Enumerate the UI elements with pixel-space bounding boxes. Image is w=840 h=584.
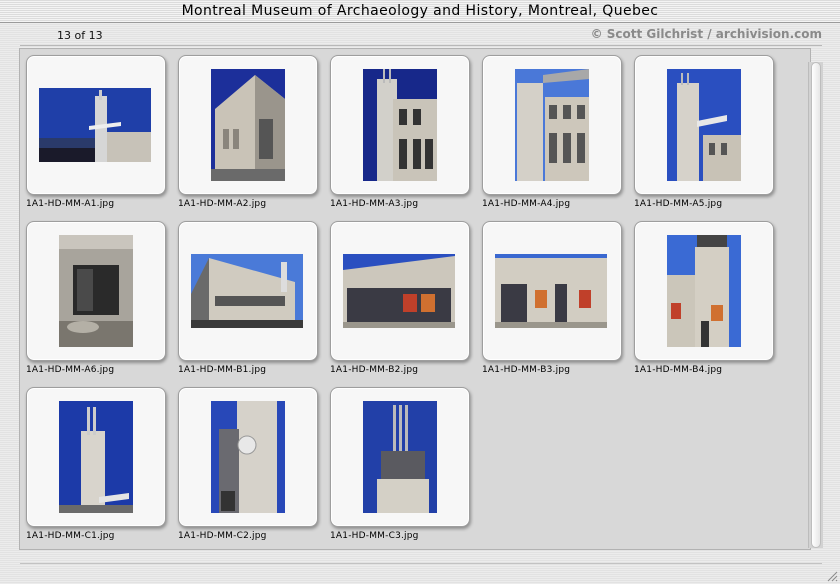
thumbnail-item[interactable]: 1A1-HD-MM-B1.jpg xyxy=(178,221,330,387)
building-photo-icon xyxy=(495,254,607,328)
thumbnail-item[interactable]: 1A1-HD-MM-C3.jpg xyxy=(330,387,482,553)
thumbnail-frame[interactable] xyxy=(178,221,318,361)
building-photo-icon xyxy=(363,401,437,513)
thumbnail-frame[interactable] xyxy=(482,55,622,195)
building-photo-icon xyxy=(363,69,437,181)
thumbnail-item[interactable]: 1A1-HD-MM-A5.jpg xyxy=(634,55,786,221)
thumbnail-item[interactable]: 1A1-HD-MM-A3.jpg xyxy=(330,55,482,221)
thumbnail-grid: 1A1-HD-MM-A1.jpg 1A1-HD-MM-A2.jpg 1A1-HD… xyxy=(19,48,811,550)
thumbnail-filename: 1A1-HD-MM-A3.jpg xyxy=(330,199,419,209)
thumbnail-item[interactable]: 1A1-HD-MM-A2.jpg xyxy=(178,55,330,221)
resize-grip-icon[interactable] xyxy=(826,570,838,582)
thumbnail-frame[interactable] xyxy=(26,387,166,527)
thumbnail-frame[interactable] xyxy=(482,221,622,361)
thumbnail-frame[interactable] xyxy=(178,387,318,527)
thumbnail-item[interactable]: 1A1-HD-MM-C1.jpg xyxy=(26,387,178,553)
thumbnail-item[interactable]: 1A1-HD-MM-A1.jpg xyxy=(26,55,178,221)
thumbnail-filename: 1A1-HD-MM-C3.jpg xyxy=(330,531,419,541)
image-counter: 13 of 13 xyxy=(57,29,103,42)
thumbnail-frame[interactable] xyxy=(330,387,470,527)
thumbnail-frame[interactable] xyxy=(634,55,774,195)
thumbnail-frame[interactable] xyxy=(26,221,166,361)
building-photo-icon xyxy=(191,254,303,328)
thumbnail-frame[interactable] xyxy=(330,55,470,195)
thumbnail-frame[interactable] xyxy=(330,221,470,361)
building-photo-icon xyxy=(211,401,285,513)
thumbnail-item[interactable]: 1A1-HD-MM-B2.jpg xyxy=(330,221,482,387)
thumbnail-item[interactable]: 1A1-HD-MM-B4.jpg xyxy=(634,221,786,387)
thumbnail-item[interactable]: 1A1-HD-MM-B3.jpg xyxy=(482,221,634,387)
thumbnail-filename: 1A1-HD-MM-A6.jpg xyxy=(26,365,115,375)
building-photo-icon xyxy=(515,69,589,181)
thumbnail-item[interactable]: 1A1-HD-MM-A4.jpg xyxy=(482,55,634,221)
scrollbar-thumb[interactable] xyxy=(811,62,821,548)
thumbnail-filename: 1A1-HD-MM-B3.jpg xyxy=(482,365,571,375)
thumbnail-item[interactable]: 1A1-HD-MM-C2.jpg xyxy=(178,387,330,553)
thumbnail-filename: 1A1-HD-MM-A5.jpg xyxy=(634,199,723,209)
thumbnail-filename: 1A1-HD-MM-A2.jpg xyxy=(178,199,267,209)
thumbnail-frame[interactable] xyxy=(634,221,774,361)
thumbnail-frame[interactable] xyxy=(26,55,166,195)
building-photo-icon xyxy=(39,88,151,162)
thumbnail-filename: 1A1-HD-MM-A4.jpg xyxy=(482,199,571,209)
thumbnail-filename: 1A1-HD-MM-B1.jpg xyxy=(178,365,267,375)
header-divider xyxy=(20,45,822,46)
copyright-credit: © Scott Gilchrist / archivision.com xyxy=(590,27,822,41)
thumbnail-filename: 1A1-HD-MM-A1.jpg xyxy=(26,199,115,209)
vertical-scrollbar[interactable] xyxy=(808,62,823,548)
building-photo-icon xyxy=(211,69,285,181)
thumbnail-filename: 1A1-HD-MM-B4.jpg xyxy=(634,365,723,375)
thumbnail-item[interactable]: 1A1-HD-MM-A6.jpg xyxy=(26,221,178,387)
thumbnail-frame[interactable] xyxy=(178,55,318,195)
window-title: Montreal Museum of Archaeology and Histo… xyxy=(0,0,840,23)
building-photo-icon xyxy=(667,235,741,347)
building-photo-icon xyxy=(59,235,133,347)
thumbnail-filename: 1A1-HD-MM-C2.jpg xyxy=(178,531,267,541)
thumbnail-filename: 1A1-HD-MM-B2.jpg xyxy=(330,365,419,375)
building-photo-icon xyxy=(343,254,455,328)
building-photo-icon xyxy=(59,401,133,513)
thumbnail-filename: 1A1-HD-MM-C1.jpg xyxy=(26,531,115,541)
building-photo-icon xyxy=(667,69,741,181)
footer-divider xyxy=(20,563,822,564)
